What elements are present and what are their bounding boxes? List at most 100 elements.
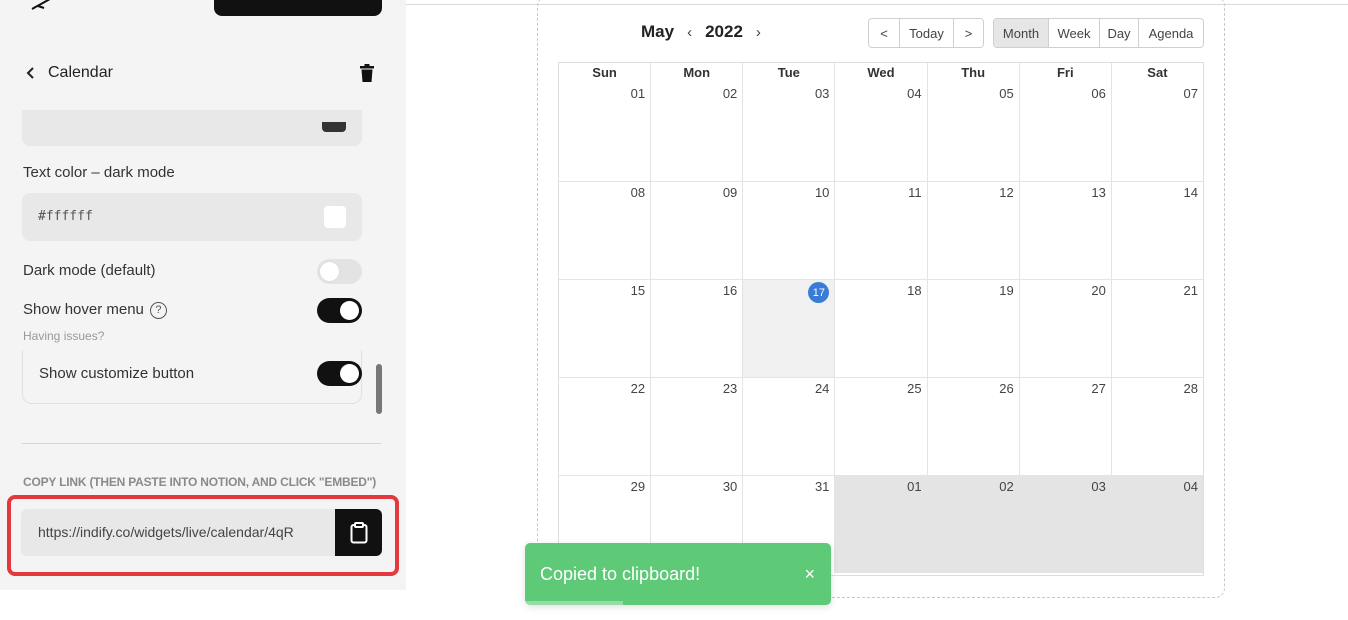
day-cell[interactable]: 20 [1018, 280, 1111, 377]
day-number: 01 [907, 479, 922, 494]
copy-link-heading: COPY LINK (THEN PASTE INTO NOTION, AND C… [23, 475, 377, 489]
day-cell[interactable]: 16 [650, 280, 742, 377]
toast-close-button[interactable]: × [804, 564, 815, 585]
prev-year-button[interactable]: ‹ [674, 24, 705, 41]
next-year-button[interactable]: › [743, 24, 774, 41]
day-number: 15 [630, 283, 646, 298]
having-issues-text: Having issues? [23, 329, 105, 343]
weekday-label: Fri [1018, 63, 1111, 83]
day-number: 09 [722, 185, 738, 200]
back-button[interactable] [22, 62, 40, 84]
weekday-header: Sun Mon Tue Wed Thu Fri Sat [559, 63, 1203, 83]
embed-link-field[interactable]: https://indify.co/widgets/live/calendar/… [21, 509, 335, 556]
day-cell[interactable]: 09 [650, 182, 742, 279]
day-number: 04 [907, 86, 922, 101]
view-day-button[interactable]: Day [1100, 19, 1139, 47]
day-number: 23 [722, 381, 738, 396]
copy-link-button[interactable] [335, 509, 382, 556]
settings-panel: Calendar Text color – dark mode #ffffff … [0, 0, 406, 590]
text-color-dark-input[interactable]: #ffffff [22, 193, 362, 241]
week-row: 15 16 17 18 19 20 21 [559, 279, 1203, 377]
day-number: 21 [1183, 283, 1198, 298]
day-number: 12 [999, 185, 1014, 200]
embed-link-text: https://indify.co/widgets/live/calendar/… [38, 524, 294, 540]
day-cell[interactable]: 28 [1110, 378, 1203, 475]
help-icon[interactable]: ? [149, 301, 167, 319]
panel-scrollbar[interactable] [376, 364, 382, 414]
day-cell[interactable]: 21 [1110, 280, 1203, 377]
day-cell[interactable]: 25 [834, 378, 926, 475]
next-button[interactable]: > [954, 19, 983, 47]
day-cell[interactable]: 04 [1110, 476, 1203, 573]
today-button[interactable]: Today [900, 19, 954, 47]
day-cell[interactable]: 01 [834, 476, 927, 573]
day-cell[interactable]: 03 [1018, 476, 1111, 573]
day-cell[interactable]: 14 [1110, 182, 1203, 279]
week-row: 08 09 10 11 12 13 14 [559, 181, 1203, 279]
day-cell[interactable]: 07 [1110, 83, 1203, 181]
day-cell[interactable]: 24 [742, 378, 834, 475]
day-cell[interactable]: 02 [650, 83, 742, 181]
day-number: 04 [1183, 479, 1198, 494]
day-number: 01 [630, 86, 646, 101]
day-cell-today[interactable]: 17 [742, 280, 835, 377]
day-cell[interactable]: 08 [559, 182, 650, 279]
delete-button[interactable] [358, 62, 376, 84]
week-row: 01 02 03 04 05 06 07 [559, 83, 1203, 181]
day-cell[interactable]: 10 [742, 182, 834, 279]
day-cell[interactable]: 11 [834, 182, 926, 279]
weekday-label: Sun [592, 65, 617, 80]
day-number: 22 [630, 381, 646, 396]
view-week-button[interactable]: Week [1049, 19, 1100, 47]
day-cell[interactable]: 05 [926, 83, 1019, 181]
day-number: 06 [1091, 86, 1106, 101]
week-row: 22 23 24 25 26 27 28 [559, 377, 1203, 475]
upgrade-button[interactable] [214, 0, 382, 16]
customize-label: Show customize button [39, 365, 195, 382]
weekday-label: Mon [650, 63, 742, 83]
date-nav-group: < Today > [868, 18, 984, 48]
month-label: May [641, 22, 675, 41]
day-cell[interactable]: 26 [926, 378, 1019, 475]
day-number: 14 [1183, 185, 1198, 200]
toast-progress-bar [525, 601, 623, 605]
day-cell[interactable]: 18 [834, 280, 926, 377]
day-cell[interactable]: 06 [1018, 83, 1111, 181]
day-cell[interactable]: 01 [559, 83, 650, 181]
month-grid: Sun Mon Tue Wed Thu Fri Sat 01 02 03 04 05 06… [558, 62, 1204, 576]
day-number: 18 [907, 283, 922, 298]
view-month-button[interactable]: Month [994, 19, 1049, 47]
view-agenda-button[interactable]: Agenda [1139, 19, 1203, 47]
day-number: 31 [814, 479, 830, 494]
day-cell[interactable]: 13 [1018, 182, 1111, 279]
weekday-label: Sat [1110, 63, 1203, 83]
day-cell[interactable]: 19 [926, 280, 1019, 377]
year-label: 2022 [705, 22, 743, 41]
color-swatch[interactable] [324, 206, 346, 228]
customize-toggle[interactable] [317, 361, 362, 386]
day-cell[interactable]: 27 [1018, 378, 1111, 475]
day-number: 19 [999, 283, 1014, 298]
day-cell[interactable]: 12 [926, 182, 1019, 279]
prev-button[interactable]: < [869, 19, 900, 47]
day-cell[interactable]: 03 [742, 83, 834, 181]
day-cell[interactable]: 22 [559, 378, 650, 475]
day-cell[interactable]: 02 [926, 476, 1019, 573]
color-value: #ffffff [38, 209, 93, 224]
panel-header: Calendar [22, 60, 376, 86]
panel-title: Calendar [48, 64, 113, 81]
day-number: 24 [814, 381, 830, 396]
hover-menu-toggle[interactable] [317, 298, 362, 323]
day-number: 10 [814, 185, 830, 200]
dark-mode-toggle[interactable] [317, 259, 362, 284]
toggle-knob [340, 364, 359, 383]
weekday-label: Wed [834, 63, 926, 83]
day-number: 03 [814, 86, 830, 101]
chevron-left-icon [26, 67, 34, 79]
day-cell[interactable]: 04 [834, 83, 926, 181]
customize-section: Show customize button [22, 350, 362, 404]
day-cell[interactable]: 15 [559, 280, 650, 377]
hover-menu-label: Show hover menu? [23, 301, 167, 319]
day-number: 26 [999, 381, 1014, 396]
day-cell[interactable]: 23 [650, 378, 742, 475]
